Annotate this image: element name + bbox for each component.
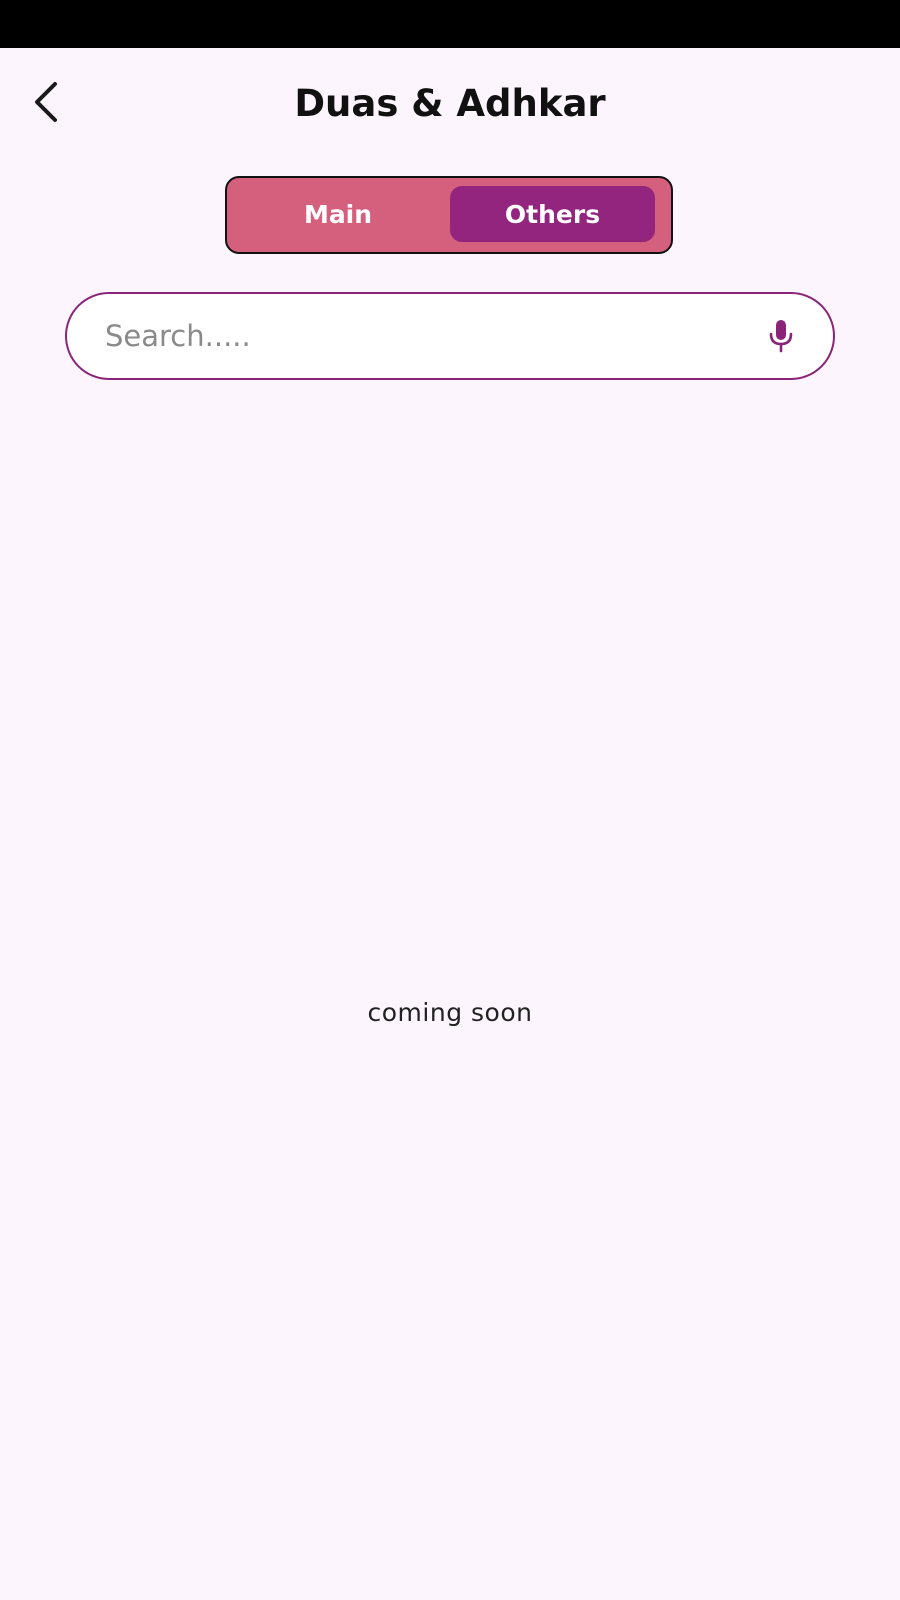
tab-others[interactable]: Others <box>450 186 655 242</box>
empty-state-message: coming soon <box>367 998 533 1027</box>
mic-button[interactable] <box>757 312 805 360</box>
page-title: Duas & Adhkar <box>294 82 606 125</box>
microphone-icon <box>769 320 793 353</box>
status-bar <box>0 0 900 48</box>
search-bar <box>65 292 835 380</box>
tab-main[interactable]: Main <box>237 186 439 242</box>
search-input[interactable] <box>105 294 725 378</box>
segmented-control: Main Others <box>225 176 673 254</box>
